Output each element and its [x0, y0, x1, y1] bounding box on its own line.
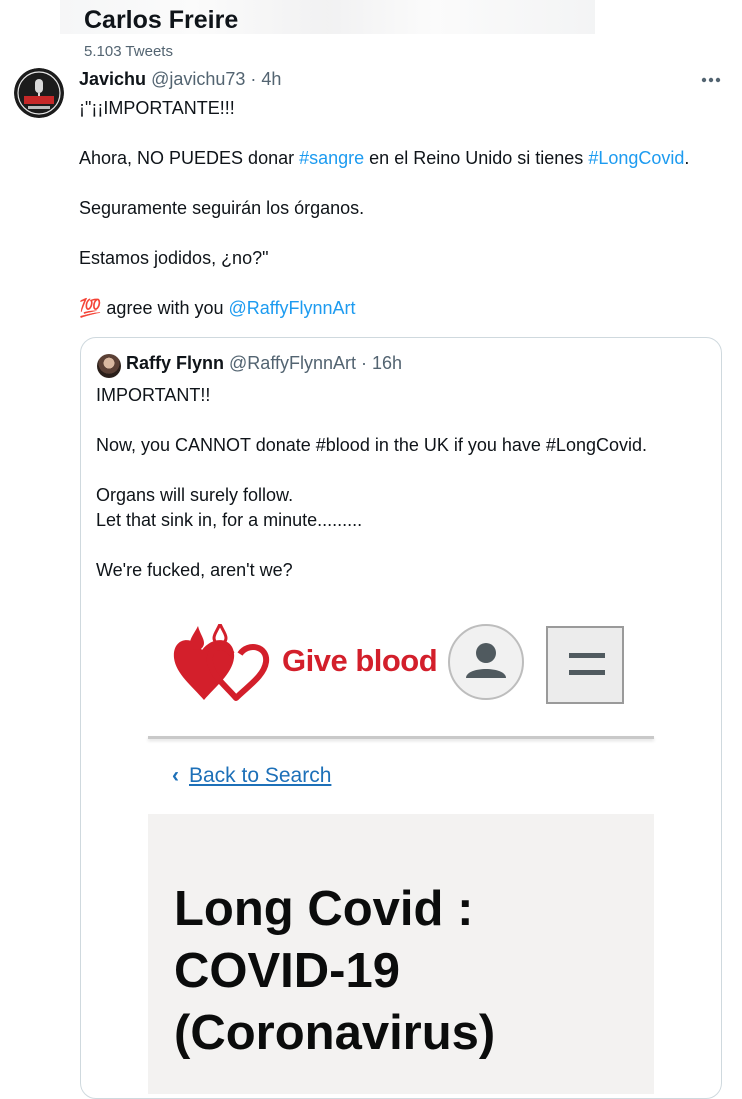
hamburger-menu-button[interactable] [546, 626, 624, 704]
quoted-text-line: IMPORTANT!! [96, 385, 211, 405]
give-blood-logo-icon [172, 620, 272, 706]
back-to-search-label: Back to Search [189, 764, 332, 787]
menu-bar-icon [569, 670, 605, 675]
header-divider [148, 736, 654, 739]
account-button[interactable] [448, 624, 524, 700]
tweet-text-line: Ahora, NO PUEDES donar #sangre en el Rei… [79, 148, 689, 169]
back-to-search-link[interactable]: ‹ Back to Search [172, 764, 331, 788]
page-title-line: COVID-19 [174, 944, 401, 998]
hashtag-link[interactable]: #LongCovid [588, 148, 684, 168]
quoted-text-line: We're fucked, aren't we? [96, 560, 293, 580]
profile-header: Carlos Freire 5.103 Tweets [0, 0, 742, 66]
quoted-author-name[interactable]: Raffy Flynn [126, 353, 224, 373]
page-title: Long Covid : COVID-19 (Coronavirus) [174, 878, 644, 1064]
text-segment: Ahora, NO PUEDES donar [79, 148, 300, 168]
menu-bar-icon [569, 653, 605, 658]
text-segment: agree with you [101, 298, 229, 318]
quoted-text-line: Let that sink in, for a minute......... [96, 510, 363, 530]
hashtag-link[interactable]: #sangre [299, 148, 364, 168]
profile-name[interactable]: Carlos Freire [84, 6, 238, 35]
chevron-left-icon: ‹ [172, 764, 179, 787]
quoted-tweet[interactable]: Raffy Flynn @RaffyFlynnArt · 16h IMPORTA… [80, 337, 722, 1099]
quoted-avatar[interactable] [97, 354, 121, 378]
author-name[interactable]: Javichu [79, 69, 146, 89]
give-blood-logo-text: Give blood [282, 643, 438, 678]
more-options-icon[interactable] [698, 70, 726, 90]
tweet-count: 5.103 Tweets [84, 43, 173, 60]
mention-link[interactable]: @RaffyFlynnArt [229, 298, 356, 318]
tweet-text-line: Seguramente seguirán los órganos. [79, 198, 365, 218]
quoted-text-line: Now, you CANNOT donate #blood in the UK … [96, 435, 647, 455]
quoted-tweet-header: Raffy Flynn @RaffyFlynnArt · 16h [126, 353, 402, 374]
hundred-points-emoji: 💯 [79, 298, 102, 318]
text-segment: en el Reino Unido si tienes [364, 148, 589, 168]
tweet-header: Javichu @javichu73 · 4h [79, 69, 281, 90]
avatar[interactable] [14, 68, 64, 118]
quoted-author-handle[interactable]: @RaffyFlynnArt [229, 353, 356, 373]
content-panel: Long Covid : COVID-19 (Coronavirus) [148, 814, 654, 1094]
quoted-media-image[interactable]: Give blood ‹ Back to Search Long Covid : … [148, 614, 654, 1094]
author-handle[interactable]: @javichu73 [151, 69, 245, 89]
text-segment: . [684, 148, 690, 168]
tweet-time[interactable]: · 4h [245, 69, 281, 89]
quoted-text-line: Organs will surely follow. [96, 485, 294, 505]
tweet-text-line: 💯 agree with you @RaffyFlynnArt [79, 298, 355, 319]
tweet-text-line: Estamos jodidos, ¿no?" [79, 248, 269, 268]
page-title-line: (Coronavirus) [174, 1006, 496, 1060]
tweet-text-line: ¡"¡¡IMPORTANTE!!! [79, 98, 235, 118]
quoted-tweet-time[interactable]: · 16h [356, 353, 402, 373]
page-title-line: Long Covid : [174, 882, 474, 936]
